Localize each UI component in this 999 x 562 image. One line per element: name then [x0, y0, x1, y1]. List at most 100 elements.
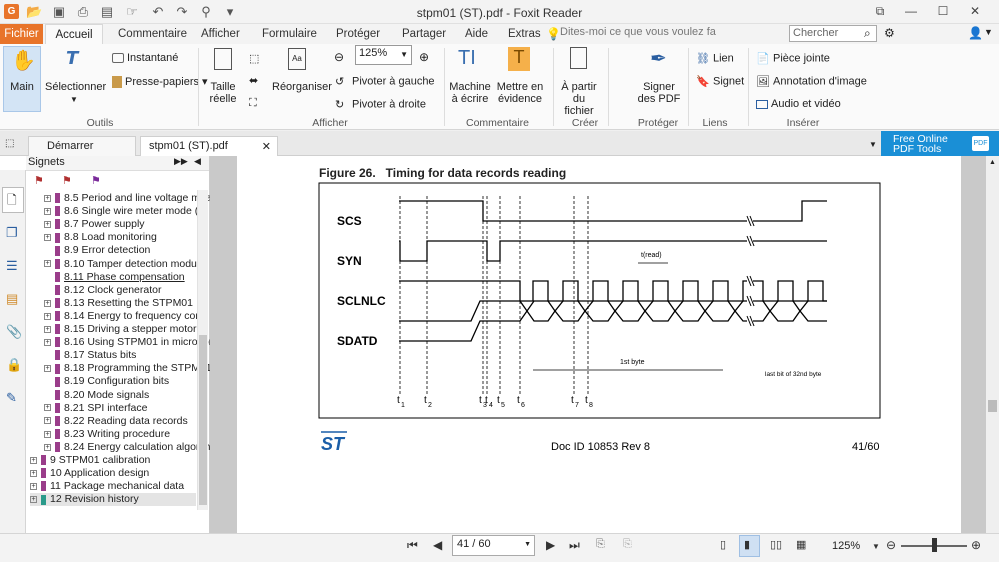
add-bookmark-icon[interactable]: ⚑: [34, 174, 44, 187]
file-menu[interactable]: Fichier: [0, 24, 43, 44]
snapshot-button[interactable]: Instantané: [112, 52, 178, 64]
link-button[interactable]: ⛓ Lien: [696, 52, 734, 65]
add-child-bookmark-icon[interactable]: ⚑: [62, 174, 72, 187]
open-icon[interactable]: 📂: [26, 4, 42, 20]
free-online-pdf-tools-button[interactable]: Free Online PDF Tools PDF: [881, 131, 999, 156]
expand-icon[interactable]: +: [44, 312, 51, 320]
tab-partager[interactable]: Partager: [402, 28, 446, 40]
menu-dropdown-icon[interactable]: ▼: [984, 27, 993, 37]
bookmark-item[interactable]: +8.18 Programming the STPM01: [44, 362, 210, 375]
expand-icon[interactable]: +: [44, 234, 51, 242]
minimize-icon[interactable]: —: [903, 3, 919, 19]
save-icon[interactable]: ▣: [51, 4, 67, 20]
expand-icon[interactable]: +: [44, 207, 51, 215]
select-dropdown-icon[interactable]: ▼: [70, 95, 78, 104]
pages-panel-icon[interactable]: ❐: [6, 225, 18, 241]
page-icon[interactable]: ▤: [99, 4, 115, 20]
export-icon[interactable]: ⎘: [596, 538, 605, 551]
fit-width-icon[interactable]: ⬌: [249, 74, 258, 87]
bookmark-item[interactable]: +10 Application design: [30, 467, 196, 480]
expand-icon[interactable]: +: [44, 417, 51, 425]
expand-icon[interactable]: +: [44, 260, 51, 268]
hand-small-icon[interactable]: ☞: [124, 4, 140, 20]
bookmark-item[interactable]: +8.15 Driving a stepper motor (s: [44, 323, 210, 336]
bookmark-item[interactable]: 8.11 Phase compensation: [44, 271, 210, 284]
sign-pdf-button[interactable]: Signer des PDF: [636, 81, 682, 105]
tab-accueil[interactable]: Accueil: [45, 24, 103, 45]
bookmark-item[interactable]: +8.8 Load monitoring: [44, 231, 210, 244]
bookmark-item[interactable]: +8.14 Energy to frequency conv: [44, 310, 210, 323]
tab-close-icon[interactable]: ✕: [262, 140, 271, 153]
undo-icon[interactable]: ↶: [150, 4, 166, 20]
bookmarks-scroll-thumb[interactable]: [199, 335, 207, 505]
typewriter-button[interactable]: Machine à écrire: [448, 81, 492, 105]
rotate-left-button[interactable]: ↺ Pivoter à gauche: [335, 75, 435, 88]
facing-continuous-view-icon[interactable]: ▦: [796, 538, 806, 551]
zoom-slider-thumb[interactable]: [932, 538, 937, 552]
settings-icon[interactable]: ⚙: [884, 26, 895, 40]
first-page-icon[interactable]: ⏮: [407, 538, 418, 553]
expand-icon[interactable]: +: [30, 469, 37, 477]
expand-icon[interactable]: +: [44, 338, 51, 346]
facing-view-icon[interactable]: ▯▯: [770, 538, 782, 551]
expand-icon[interactable]: +: [30, 496, 37, 504]
tab-formulaire[interactable]: Formulaire: [262, 28, 317, 40]
tab-extras[interactable]: Extras: [508, 28, 541, 40]
tell-me-input[interactable]: Dites-moi ce que vous voulez fa: [560, 26, 775, 42]
user-icon[interactable]: 👤: [968, 26, 983, 40]
expand-icon[interactable]: +: [30, 456, 37, 464]
tab-commentaire[interactable]: Commentaire: [118, 28, 187, 40]
bookmark-item[interactable]: +9 STPM01 calibration: [30, 454, 196, 467]
expand-icon[interactable]: +: [44, 443, 51, 451]
zoom-select[interactable]: 125% ▼: [355, 45, 412, 65]
create-from-file-button[interactable]: À partir du fichier: [557, 81, 601, 117]
tab-document[interactable]: stpm01 (ST).pdf ✕: [140, 136, 278, 156]
fit-page-icon[interactable]: ⬚: [249, 52, 259, 65]
zoom-in-status-icon[interactable]: ⊕: [971, 538, 981, 552]
bookmark-item[interactable]: +11 Package mechanical data: [30, 480, 196, 493]
redo-icon[interactable]: ↷: [174, 4, 190, 20]
expand-icon[interactable]: +: [44, 430, 51, 438]
previous-page-icon[interactable]: ◀: [433, 538, 442, 552]
next-page-icon[interactable]: ▶: [546, 538, 555, 552]
stamp-icon[interactable]: ⚲: [198, 4, 214, 20]
bookmark-item[interactable]: 8.9 Error detection: [44, 244, 210, 257]
security-panel-icon[interactable]: 🔒: [6, 357, 22, 373]
zoom-out-status-icon[interactable]: ⊖: [886, 538, 896, 552]
expand-icon[interactable]: +: [44, 325, 51, 333]
bookmark-item[interactable]: +8.24 Energy calculation algorith: [44, 441, 210, 454]
bookmark-item[interactable]: 8.19 Configuration bits: [44, 375, 210, 388]
page-number-input[interactable]: 41 / 60 ▼: [452, 535, 535, 556]
single-page-view-icon[interactable]: ▯: [720, 538, 726, 551]
tabs-dropdown-icon[interactable]: ▼: [869, 140, 877, 149]
bookmark-item[interactable]: +8.10 Tamper detection module: [44, 258, 210, 271]
bookmark-item[interactable]: 8.17 Status bits: [44, 349, 210, 362]
audio-video-button[interactable]: Audio et vidéo: [756, 98, 841, 110]
tab-proteger[interactable]: Protéger: [336, 28, 380, 40]
search-icon[interactable]: ⌕: [864, 26, 871, 41]
reorganize-button[interactable]: Réorganiser: [272, 81, 332, 93]
highlight-button[interactable]: Mettre en évidence: [495, 81, 545, 105]
expand-bookmark-icon[interactable]: ⚑: [91, 174, 101, 187]
bookmark-item[interactable]: 8.20 Mode signals: [44, 389, 210, 402]
comments-panel-icon[interactable]: ▤: [6, 291, 18, 307]
tab-demarrer[interactable]: Démarrer: [28, 136, 136, 156]
tabs-scroll-icon[interactable]: ⬚: [5, 138, 14, 149]
bookmark-item[interactable]: +8.22 Reading data records: [44, 415, 210, 428]
select-button[interactable]: Sélectionner: [45, 81, 106, 93]
image-annotation-button[interactable]: 🖼 Annotation d'image: [756, 75, 867, 88]
collapse-panel-icon[interactable]: ◀: [194, 156, 201, 167]
scroll-up-icon[interactable]: ▲: [989, 159, 996, 166]
bookmark-item[interactable]: +8.5 Period and line voltage mea: [44, 192, 210, 205]
maximize-icon[interactable]: ☐: [935, 3, 951, 19]
zoom-out-icon[interactable]: ⊖: [334, 50, 344, 64]
bookmark-item[interactable]: +8.16 Using STPM01 in microcon: [44, 336, 210, 349]
bookmarks-scrollbar[interactable]: [197, 190, 208, 510]
bookmark-button[interactable]: 🔖 Signet: [696, 75, 744, 88]
last-page-icon[interactable]: ⏭: [569, 538, 580, 553]
expand-icon[interactable]: +: [30, 482, 37, 490]
bookmark-item[interactable]: +8.7 Power supply: [44, 218, 210, 231]
customize-icon[interactable]: ▾: [222, 4, 238, 20]
expand-panel-icon[interactable]: ▶▶: [174, 156, 188, 167]
attachment-button[interactable]: 📄 Pièce jointe: [756, 52, 830, 65]
